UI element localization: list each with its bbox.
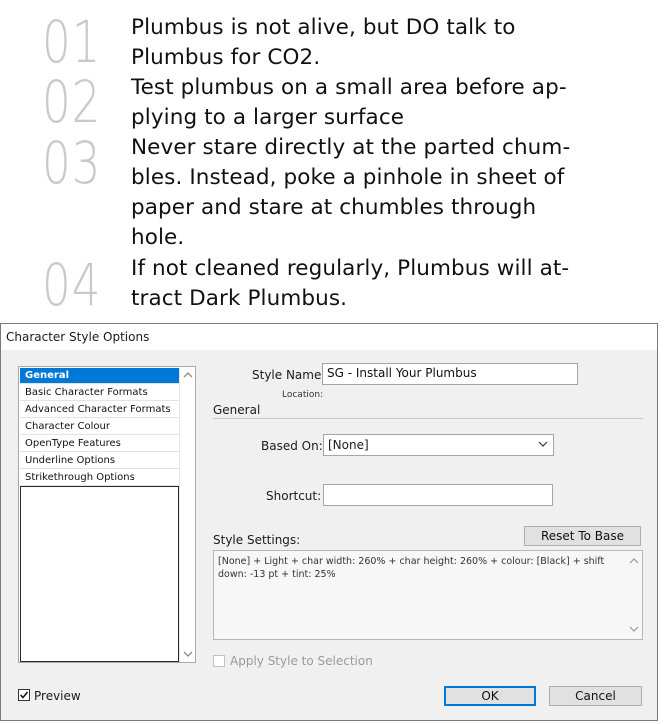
item-number: 04 bbox=[42, 251, 102, 319]
scroll-down-icon[interactable] bbox=[180, 646, 196, 662]
category-item-strikethrough-options[interactable]: Strikethrough Options bbox=[20, 470, 179, 486]
apply-to-selection-label: Apply Style to Selection bbox=[230, 654, 373, 668]
category-item-general[interactable]: General bbox=[20, 368, 179, 384]
category-item-opentype-features[interactable]: OpenType Features bbox=[20, 436, 179, 452]
dialog-titlebar[interactable]: Character Style Options bbox=[1, 324, 657, 350]
item-number: 03 bbox=[42, 129, 102, 197]
based-on-value: [None] bbox=[328, 438, 369, 452]
based-on-label: Based On: bbox=[261, 439, 323, 453]
section-divider bbox=[213, 418, 643, 419]
scroll-up-icon[interactable] bbox=[626, 553, 642, 569]
shortcut-label: Shortcut: bbox=[266, 489, 322, 503]
style-settings-box: [None] + Light + char width: 260% + char… bbox=[213, 550, 643, 640]
item-number: 01 bbox=[42, 8, 102, 76]
style-name-label: Style Name: bbox=[252, 368, 326, 382]
location-label: Location: bbox=[282, 390, 324, 400]
character-style-options-dialog: Character Style Options General Basic Ch… bbox=[0, 323, 658, 721]
category-list[interactable]: General Basic Character Formats Advanced… bbox=[18, 366, 196, 663]
checkmark-icon bbox=[19, 691, 29, 699]
item-text: Test plumbus on a small area before ap- … bbox=[131, 75, 567, 130]
style-settings-label: Style Settings: bbox=[213, 533, 301, 547]
chevron-down-icon bbox=[537, 437, 549, 451]
category-item-basic-character-formats[interactable]: Basic Character Formats bbox=[20, 385, 179, 401]
item-number: 02 bbox=[42, 68, 102, 136]
category-item-character-colour[interactable]: Character Colour bbox=[20, 419, 179, 435]
item-text: Plumbus is not alive, but DO talk to Plu… bbox=[131, 15, 516, 70]
category-item-advanced-character-formats[interactable]: Advanced Character Formats bbox=[20, 402, 179, 418]
preview-checkbox[interactable] bbox=[18, 689, 30, 701]
apply-to-selection-checkbox[interactable] bbox=[213, 655, 225, 667]
shortcut-input[interactable] bbox=[323, 484, 553, 506]
scroll-up-icon[interactable] bbox=[180, 367, 196, 383]
preview-label: Preview bbox=[34, 689, 81, 703]
scroll-down-icon[interactable] bbox=[626, 621, 642, 637]
item-text: If not cleaned regularly, Plumbus will a… bbox=[131, 256, 570, 311]
dialog-title: Character Style Options bbox=[6, 330, 150, 344]
item-text: Never stare directly at the parted chum-… bbox=[131, 135, 571, 250]
style-settings-text: [None] + Light + char width: 260% + char… bbox=[218, 556, 605, 580]
category-list-scrollbar[interactable] bbox=[179, 367, 195, 662]
style-name-input[interactable]: SG - Install Your Plumbus bbox=[322, 363, 578, 385]
reset-to-base-button[interactable]: Reset To Base bbox=[524, 526, 641, 546]
style-settings-scrollbar[interactable] bbox=[626, 551, 642, 639]
based-on-select[interactable]: [None] bbox=[323, 434, 554, 456]
category-item-underline-options[interactable]: Underline Options bbox=[20, 453, 179, 469]
ok-button[interactable]: OK bbox=[444, 686, 536, 706]
cancel-button[interactable]: Cancel bbox=[549, 686, 642, 706]
category-list-empty-area bbox=[20, 486, 179, 662]
section-heading: General bbox=[213, 403, 261, 417]
